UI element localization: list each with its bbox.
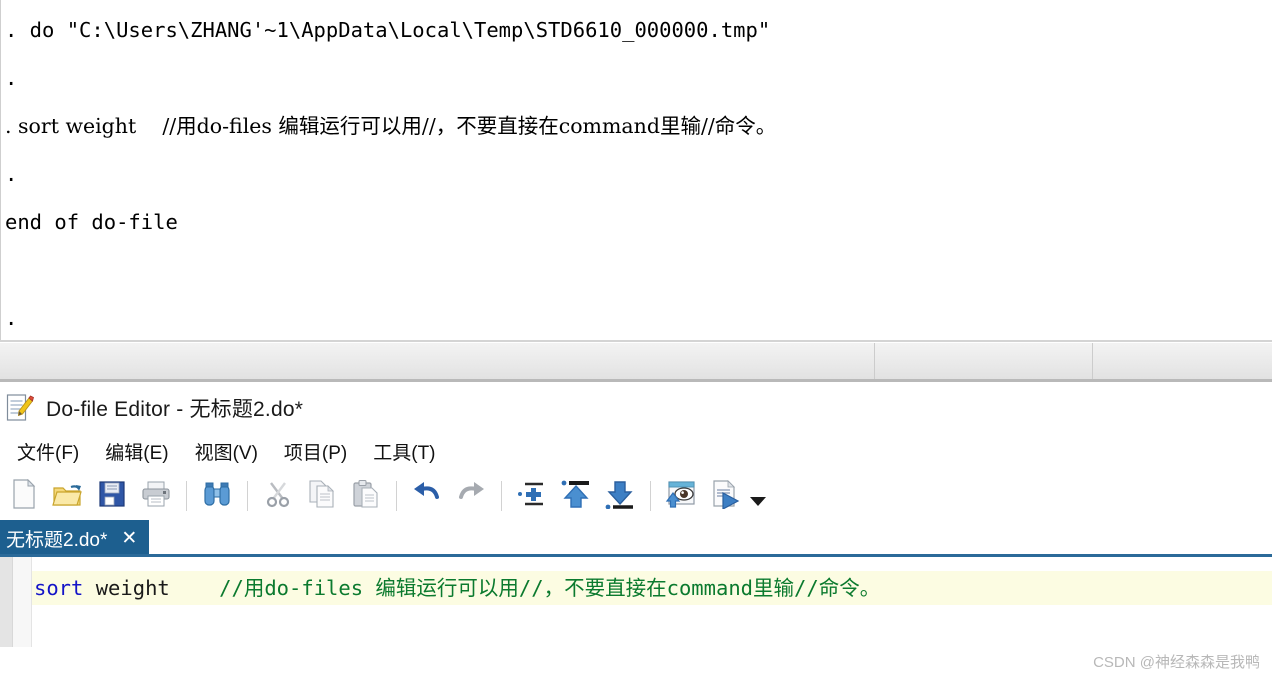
run-dofile-icon	[710, 479, 740, 514]
results-line-dot-1: .	[5, 66, 18, 90]
undo-arrow-icon	[412, 481, 442, 512]
results-pane[interactable]: . do "C:\Users\ZHANG'~1\AppData\Local\Te…	[0, 0, 1272, 340]
code-line[interactable]: sort weight //用do-files 编辑运行可以用//，不要直接在c…	[32, 571, 1272, 605]
move-down-button[interactable]	[602, 476, 638, 516]
token-comment-cjk: ，不要直接在	[543, 576, 667, 600]
scissors-icon	[264, 480, 292, 513]
token-comment-cjk: 里输	[753, 576, 795, 600]
token-comment: //	[794, 576, 819, 600]
copy-button[interactable]	[304, 476, 340, 516]
toolbar-separator	[396, 481, 397, 511]
save-floppy-icon	[98, 480, 126, 513]
copy-icon	[308, 479, 336, 514]
redo-button[interactable]	[453, 476, 489, 516]
preview-button[interactable]	[663, 476, 699, 516]
token-comment-cjk: 命令。	[818, 576, 881, 600]
paste-button[interactable]	[348, 476, 384, 516]
results-line-cmd-do: . do "C:\Users\ZHANG'~1\AppData\Local\Te…	[5, 18, 771, 42]
tab-untitled2-do[interactable]: 无标题2.do* ✕	[0, 520, 150, 557]
toolbar	[0, 472, 1272, 520]
arrow-up-icon	[561, 479, 591, 514]
results-output: . do "C:\Users\ZHANG'~1\AppData\Local\Te…	[1, 0, 1272, 340]
open-folder-icon	[52, 479, 84, 514]
undo-button[interactable]	[409, 476, 445, 516]
editor-gutter-outer	[0, 557, 13, 647]
arrow-down-icon	[605, 479, 635, 514]
print-button[interactable]	[138, 476, 174, 516]
editor-titlebar: Do-file Editor - 无标题2.do*	[0, 385, 1272, 430]
execute-dofile-button[interactable]	[707, 476, 743, 516]
open-file-button[interactable]	[50, 476, 86, 516]
menu-item-project[interactable]: 项目(P)	[271, 436, 360, 467]
do-file-editor-icon	[6, 393, 34, 423]
printer-icon	[141, 480, 171, 513]
token-comment: command	[666, 576, 754, 600]
toolbar-separator	[650, 481, 651, 511]
paste-icon	[352, 479, 380, 514]
toolbar-separator	[247, 481, 248, 511]
results-line-blank-1	[5, 246, 1272, 294]
code-editor-area[interactable]: sort weight //用do-files 编辑运行可以用//，不要直接在c…	[0, 557, 1272, 647]
save-button[interactable]	[94, 476, 130, 516]
page-title: Do-file Editor - 无标题2.do*	[46, 397, 304, 421]
toolbar-separator	[501, 481, 502, 511]
token-kw: sort	[34, 576, 84, 600]
watermark: CSDN @神经森森是我鸭	[1093, 654, 1260, 671]
do-file-editor-window: Do-file Editor - 无标题2.do* 文件(F) 编辑(E) 视图…	[0, 385, 1272, 678]
status-bar	[0, 340, 1272, 382]
token-comment: //	[219, 576, 244, 600]
move-up-button[interactable]	[558, 476, 594, 516]
status-cell-mid	[875, 342, 1093, 379]
menu-bar: 文件(F) 编辑(E) 视图(V) 项目(P) 工具(T)	[0, 430, 1272, 472]
token-comment: //	[518, 576, 544, 600]
token-comment-cjk: 编辑运行可以用	[375, 576, 519, 600]
menu-item-edit[interactable]: 编辑(E)	[92, 436, 181, 467]
binoculars-icon	[202, 480, 232, 513]
results-line-dot-2: .	[5, 162, 18, 186]
results-line-dot-3: .	[5, 306, 18, 330]
results-line-end-do: end of do-file	[5, 210, 178, 234]
execute-dropdown-button[interactable]	[747, 472, 769, 520]
insert-line-button[interactable]	[514, 476, 550, 516]
preview-eye-icon	[665, 479, 697, 514]
close-icon[interactable]: ✕	[121, 529, 137, 548]
new-file-button[interactable]	[6, 476, 42, 516]
editor-gutter-inner	[13, 557, 32, 647]
token-plain: weight	[83, 576, 220, 600]
chevron-down-icon	[749, 494, 767, 512]
menu-item-file[interactable]: 文件(F)	[4, 436, 92, 467]
find-button[interactable]	[199, 476, 235, 516]
results-line-cmd-sort: . sort weight //用do-files 编辑运行可以用//，不要直接…	[5, 114, 777, 138]
new-file-icon	[11, 478, 37, 514]
insert-plus-icon	[517, 479, 547, 514]
code-lines[interactable]: sort weight //用do-files 编辑运行可以用//，不要直接在c…	[32, 557, 1272, 647]
menu-item-view[interactable]: 视图(V)	[182, 436, 271, 467]
tab-label: 无标题2.do*	[6, 530, 108, 551]
cut-button[interactable]	[260, 476, 296, 516]
status-cell-main	[0, 342, 875, 379]
toolbar-separator	[186, 481, 187, 511]
redo-arrow-icon	[456, 481, 486, 512]
token-comment-cjk: 用	[243, 576, 265, 600]
menu-item-tools[interactable]: 工具(T)	[360, 436, 448, 467]
editor-tab-strip: 无标题2.do* ✕	[0, 520, 1272, 557]
status-cell-last	[1093, 342, 1272, 379]
token-comment: do-files	[264, 576, 376, 600]
